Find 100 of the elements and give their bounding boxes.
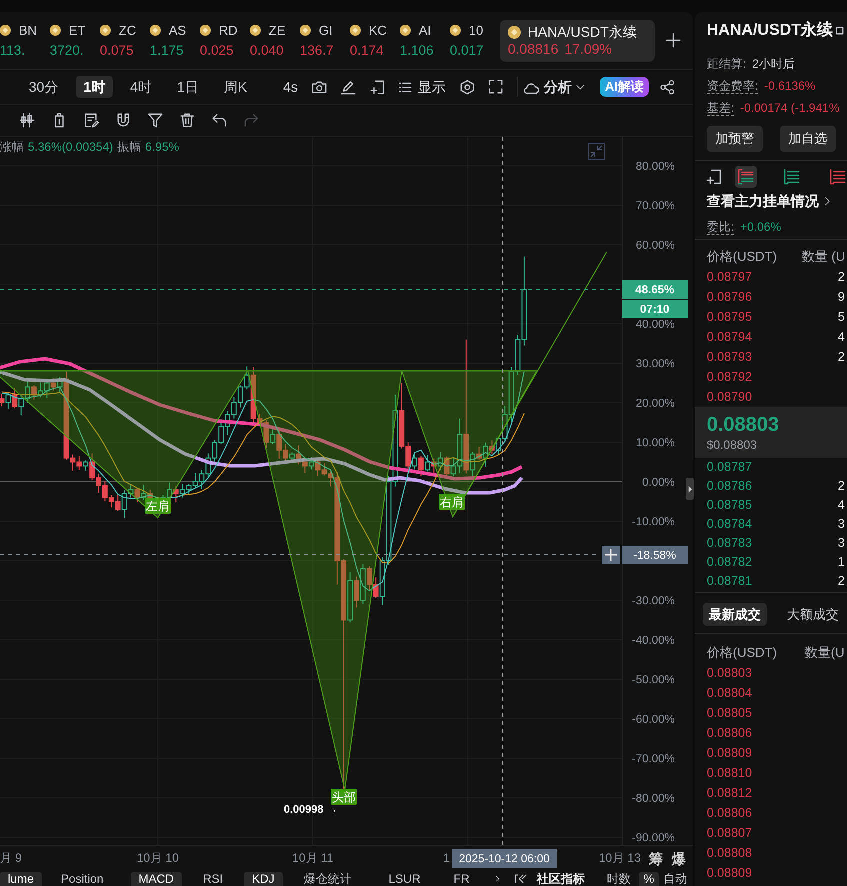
- plus-icon: [604, 548, 618, 562]
- interval-tab[interactable]: 4时: [122, 76, 160, 98]
- panel-button[interactable]: 加预警: [707, 126, 763, 152]
- ticker-price: 0.017: [450, 42, 485, 60]
- axis-label: -40.00%: [632, 635, 675, 647]
- ticker-symbol[interactable]: ZE: [269, 22, 286, 38]
- ticker-symbol[interactable]: ET: [69, 22, 86, 38]
- info-value: -0.00174 (-1.941%: [740, 100, 840, 116]
- ticker-price: 0.174: [350, 42, 385, 60]
- trade-price: 0.08805: [707, 706, 754, 720]
- fullscreen-icon[interactable]: [489, 80, 504, 94]
- trade-price: 0.08810: [707, 766, 754, 780]
- axis-label: 40.00%: [636, 319, 675, 331]
- axis-label: -60.00%: [632, 714, 675, 726]
- indicator-tab[interactable]: MACD: [130, 872, 182, 886]
- magnet-icon[interactable]: [116, 113, 131, 128]
- panel-toggle-handle[interactable]: [686, 478, 694, 500]
- indicator-tab[interactable]: KDJ: [244, 872, 283, 886]
- info-value: -0.6136%: [764, 78, 816, 94]
- column-header: 价格(USDT): [707, 645, 778, 661]
- axis-label: 1: [443, 851, 450, 865]
- ticker-price: 113.: [0, 42, 26, 60]
- ticker-symbol[interactable]: AI: [419, 22, 432, 38]
- add-frame-icon[interactable]: [370, 80, 386, 94]
- community-indicators-tab[interactable]: 社区指标: [536, 872, 586, 886]
- coin-icon: [350, 25, 361, 36]
- timing-tab[interactable]: 时数: [606, 872, 632, 886]
- order-quantity: 4: [838, 498, 845, 513]
- interval-tab[interactable]: 周K: [216, 76, 256, 98]
- auto-toggle[interactable]: 自动: [662, 872, 688, 886]
- crosshair-price-badge: -18.58%: [622, 546, 688, 564]
- add-alert-button[interactable]: [602, 546, 620, 564]
- ticker-symbol[interactable]: AS: [169, 22, 186, 38]
- indicator-tab[interactable]: Position: [60, 872, 105, 886]
- analysis-button[interactable]: 分析: [523, 78, 586, 96]
- pencil-icon[interactable]: [341, 80, 356, 94]
- chevron-right-icon[interactable]: [494, 873, 501, 885]
- ai-interpret-button[interactable]: AI解读: [600, 77, 650, 97]
- window-icon[interactable]: [836, 27, 844, 35]
- add-tab-button[interactable]: [666, 33, 681, 48]
- display-button[interactable]: 显示: [399, 78, 446, 96]
- undo-icon[interactable]: [212, 113, 227, 128]
- ticker-symbol[interactable]: RD: [219, 22, 238, 38]
- ask-list-icon: [830, 169, 846, 185]
- collapse-icon[interactable]: [588, 143, 605, 160]
- order-book-icon: [738, 169, 754, 185]
- ticker-price: 3720.: [50, 42, 85, 60]
- order-quantity: 3: [838, 536, 845, 551]
- ticker-price: 0.040: [250, 42, 285, 60]
- info-label: 距结算:: [707, 56, 746, 72]
- indicator-tab[interactable]: 爆仓统计: [302, 872, 353, 886]
- chart-side-button[interactable]: 爆: [672, 851, 686, 867]
- battery-icon[interactable]: [52, 113, 67, 128]
- indicator-tab[interactable]: LSUR: [388, 872, 422, 886]
- ticker-symbol[interactable]: GI: [319, 22, 333, 38]
- interval-tab[interactable]: 1时: [76, 76, 114, 98]
- refresh-rate-button[interactable]: 4s: [283, 78, 298, 96]
- ticker-symbol[interactable]: BN: [19, 22, 38, 38]
- axis-label: -50.00%: [632, 674, 675, 686]
- indicator-tab[interactable]: FR: [452, 872, 471, 886]
- chart-side-button[interactable]: 筹: [649, 851, 663, 867]
- book-view-button[interactable]: [735, 166, 757, 188]
- ticker-change: 17.09%: [564, 40, 612, 58]
- candlestick-icon[interactable]: [20, 113, 35, 128]
- order-price: 0.08796: [707, 290, 754, 304]
- ticker-symbol[interactable]: KC: [369, 22, 388, 38]
- note-edit-icon[interactable]: [84, 113, 99, 128]
- ticker-symbol[interactable]: 10: [469, 22, 484, 38]
- percent-toggle[interactable]: %: [638, 872, 660, 886]
- axis-label: -30.00%: [632, 596, 675, 608]
- ticker-symbol[interactable]: ZC: [119, 22, 136, 38]
- share-icon[interactable]: [660, 80, 676, 94]
- filter-icon[interactable]: [148, 113, 163, 128]
- legend-label: 振幅: [117, 139, 142, 155]
- active-ticker-tab[interactable]: HANA/USDT永续 0.08816 17.09%: [500, 20, 655, 62]
- camera-icon[interactable]: [312, 80, 328, 94]
- column-header: 价格(USDT): [707, 249, 778, 265]
- indicator-tab[interactable]: lume: [0, 872, 42, 886]
- bracket-icon[interactable]: [514, 873, 527, 885]
- column-header: 数量(U: [805, 645, 845, 661]
- order-price: 0.08783: [707, 536, 754, 551]
- info-label: 资金费率:: [707, 78, 758, 94]
- trades-tab[interactable]: 最新成交: [703, 603, 767, 626]
- interval-tab[interactable]: 30分: [21, 76, 67, 98]
- settings-icon[interactable]: [460, 80, 476, 94]
- panel-button[interactable]: 加自选: [780, 126, 836, 152]
- bid-list-icon: [784, 169, 800, 185]
- order-price: 0.08782: [707, 555, 754, 570]
- big-orders-link[interactable]: 查看主力挂单情况: [707, 191, 832, 211]
- axis-label: 70.00%: [636, 200, 675, 212]
- last-price-usd: $0.08803: [707, 437, 758, 453]
- interval-tab[interactable]: 1日: [169, 76, 207, 98]
- order-quantity: 4: [838, 330, 845, 344]
- axis-label: 10月 10: [136, 851, 180, 865]
- add-window-icon[interactable]: [706, 169, 722, 185]
- trades-tab[interactable]: 大额成交: [781, 603, 845, 626]
- order-quantity: 3: [838, 517, 845, 532]
- trash-icon[interactable]: [180, 113, 195, 128]
- order-quantity: 1: [838, 555, 845, 570]
- indicator-tab[interactable]: RSI: [202, 872, 224, 886]
